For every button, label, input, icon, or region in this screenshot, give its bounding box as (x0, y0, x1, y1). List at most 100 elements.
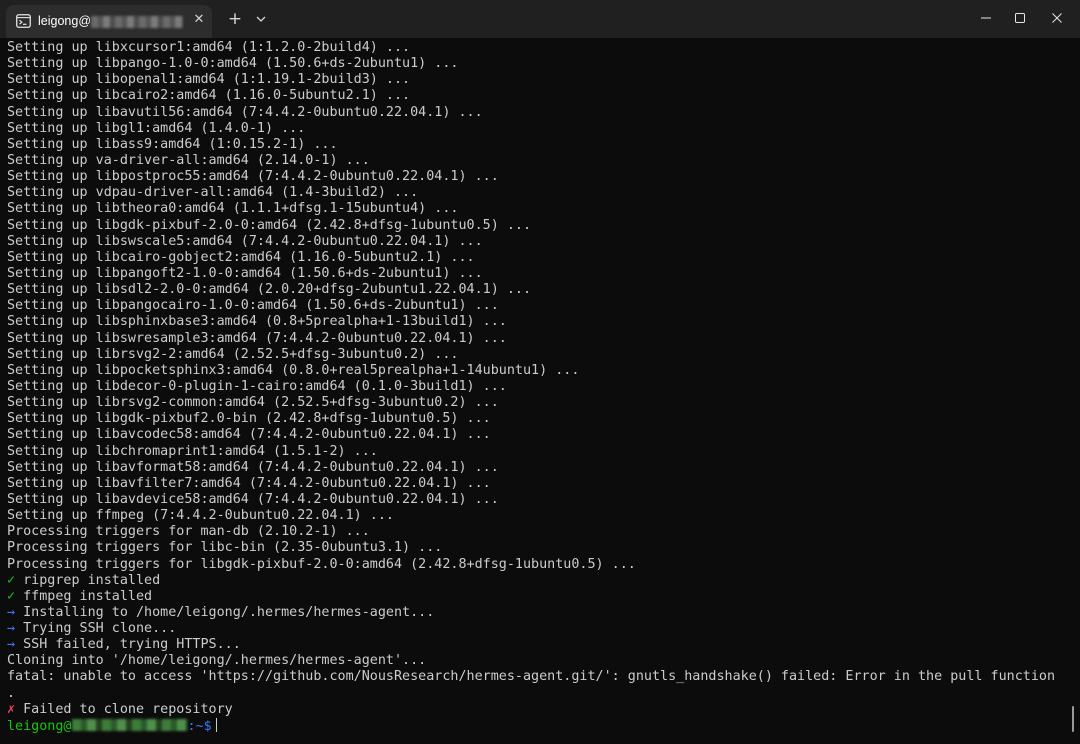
terminal-line: Setting up libdecor-0-plugin-1-cairo:amd… (7, 379, 1055, 395)
terminal-line-text: Setting up libavfilter7:amd64 (7:4.4.2-0… (7, 475, 491, 491)
arrow-right-icon: → (7, 637, 24, 653)
terminal-line-text: Cloning into '/home/leigong/.hermes/herm… (7, 653, 427, 669)
terminal-line-text: Setting up libtheora0:amd64 (1.1.1+dfsg.… (7, 201, 459, 217)
terminal-line: Processing triggers for libc-bin (2.35-0… (7, 540, 1055, 556)
terminal-line: Setting up libsdl2-2.0-0:amd64 (2.0.20+d… (7, 282, 1055, 298)
terminal-line: Setting up libpango-1.0-0:amd64 (1.50.6+… (7, 56, 1055, 72)
terminal-line: Setting up libgdk-pixbuf2.0-bin (2.42.8+… (7, 411, 1055, 427)
title-bar: leigong@ ✕ + (0, 0, 1080, 38)
check-icon: ✓ (7, 588, 24, 604)
terminal-line: Setting up libpocketsphinx3:amd64 (0.8.0… (7, 363, 1055, 379)
terminal-line: Setting up libavformat58:amd64 (7:4.4.2-… (7, 460, 1055, 476)
terminal-line: Setting up vdpau-driver-all:amd64 (1.4-3… (7, 185, 1055, 201)
terminal-line: Setting up libcairo2:amd64 (1.16.0-5ubun… (7, 88, 1055, 104)
terminal-line: Setting up libass9:amd64 (1:0.15.2-1) ..… (7, 137, 1055, 153)
terminal-line-text: Processing triggers for man-db (2.10.2-1… (7, 524, 370, 540)
prompt-line[interactable]: leigong@ :~$ (7, 717, 1055, 734)
terminal-line: Cloning into '/home/leigong/.hermes/herm… (7, 653, 1055, 669)
terminal-line-text: Setting up libcairo2:amd64 (1.16.0-5ubun… (7, 88, 411, 104)
plus-icon[interactable]: + (226, 10, 244, 28)
arrow-right-icon: → (7, 604, 24, 620)
terminal-lines: Setting up libxcursor1:amd64 (1:1.2.0-2b… (7, 40, 1055, 734)
terminal-line: Setting up libtheora0:amd64 (1.1.1+dfsg.… (7, 201, 1055, 217)
terminal-line: Setting up libsphinxbase3:amd64 (0.8+5pr… (7, 314, 1055, 330)
terminal-window: leigong@ ✕ + Setting up libxcursor1:amd6… (0, 0, 1080, 744)
terminal-line: Setting up libavfilter7:amd64 (7:4.4.2-0… (7, 476, 1055, 492)
close-icon[interactable]: ✕ (191, 12, 207, 28)
terminal-line: Setting up libgdk-pixbuf-2.0-0:amd64 (2.… (7, 218, 1055, 234)
terminal-line-text: ripgrep installed (23, 572, 161, 588)
cross-icon: ✗ (7, 701, 24, 717)
terminal-line: Setting up libpangoft2-1.0-0:amd64 (1.50… (7, 266, 1055, 282)
terminal-line: Setting up libpostproc55:amd64 (7:4.4.2-… (7, 169, 1055, 185)
terminal-output[interactable]: Setting up libxcursor1:amd64 (1:1.2.0-2b… (0, 38, 1080, 744)
close-icon (1052, 13, 1062, 23)
terminal-line: Setting up libavdevice58:amd64 (7:4.4.2-… (7, 492, 1055, 508)
terminal-line: Setting up ffmpeg (7:4.4.2-0ubuntu0.22.0… (7, 508, 1055, 524)
tab-title: leigong@ (38, 14, 92, 28)
terminal-line: Setting up libavcodec58:amd64 (7:4.4.2-0… (7, 427, 1055, 443)
terminal-line-text: Setting up libpangoft2-1.0-0:amd64 (1.50… (7, 265, 483, 281)
terminal-line: ✓ ripgrep installed (7, 573, 1055, 589)
terminal-line-text: Setting up libdecor-0-plugin-1-cairo:amd… (7, 378, 507, 394)
terminal-line-text: Setting up libavutil56:amd64 (7:4.4.2-0u… (7, 104, 483, 120)
terminal-line: → Installing to /home/leigong/.hermes/he… (7, 605, 1055, 621)
terminal-line-text: Setting up libavformat58:amd64 (7:4.4.2-… (7, 459, 499, 475)
check-icon: ✓ (7, 572, 24, 588)
terminal-line-text: Setting up libpango-1.0-0:amd64 (1.50.6+… (7, 56, 459, 72)
minimize-icon (981, 17, 991, 19)
text-cursor (215, 717, 217, 732)
prompt-path: :~$ (187, 718, 212, 734)
terminal-line: Processing triggers for libgdk-pixbuf-2.… (7, 557, 1055, 573)
terminal-line: Setting up libcairo-gobject2:amd64 (1.16… (7, 250, 1055, 266)
terminal-line-text: fatal: unable to access 'https://github.… (7, 669, 1056, 685)
terminal-line-text: Setting up vdpau-driver-all:amd64 (1.4-3… (7, 185, 419, 201)
terminal-icon (16, 14, 31, 28)
terminal-line-text: Installing to /home/leigong/.hermes/herm… (23, 604, 435, 620)
terminal-line-text: Processing triggers for libc-bin (2.35-0… (7, 540, 443, 556)
terminal-line: → Trying SSH clone... (7, 621, 1055, 637)
close-window-button[interactable] (1034, 0, 1080, 36)
terminal-line: Setting up librsvg2-common:amd64 (2.52.5… (7, 395, 1055, 411)
terminal-line-text: Trying SSH clone... (23, 621, 177, 637)
terminal-line-text: SSH failed, trying HTTPS... (23, 637, 241, 653)
terminal-line-text: Setting up libsphinxbase3:amd64 (0.8+5pr… (7, 314, 507, 330)
redacted-prompt-hostname (71, 718, 188, 731)
chevron-down-icon[interactable] (254, 10, 268, 28)
terminal-line-text: Setting up libpangocairo-1.0-0:amd64 (1.… (7, 298, 499, 314)
tab-terminal[interactable]: leigong@ ✕ (6, 5, 212, 38)
terminal-line-text: Setting up librsvg2-2:amd64 (2.52.5+dfsg… (7, 346, 459, 362)
terminal-line-text: Setting up libavdevice58:amd64 (7:4.4.2-… (7, 491, 499, 507)
terminal-line-text: Setting up libsdl2-2.0-0:amd64 (2.0.20+d… (7, 282, 532, 298)
terminal-line-text: Setting up libgl1:amd64 (1.4.0-1) ... (7, 120, 306, 136)
terminal-line: Setting up libswscale5:amd64 (7:4.4.2-0u… (7, 234, 1055, 250)
terminal-line: → SSH failed, trying HTTPS... (7, 637, 1055, 653)
terminal-line-text: ffmpeg installed (23, 588, 153, 604)
terminal-line: Setting up libgl1:amd64 (1.4.0-1) ... (7, 121, 1055, 137)
terminal-line: Setting up librsvg2-2:amd64 (2.52.5+dfsg… (7, 347, 1055, 363)
terminal-line: Processing triggers for man-db (2.10.2-1… (7, 524, 1055, 540)
terminal-line-text: Setting up ffmpeg (7:4.4.2-0ubuntu0.22.0… (7, 508, 394, 524)
terminal-line: ✗ Failed to clone repository (7, 702, 1055, 718)
terminal-line: Setting up libchromaprint1:amd64 (1.5.1-… (7, 444, 1055, 460)
terminal-line-text: Setting up libgdk-pixbuf2.0-bin (2.42.8+… (7, 411, 491, 427)
prompt-user: leigong@ (7, 718, 72, 734)
arrow-right-icon: → (7, 621, 24, 637)
terminal-line-text: Failed to clone repository (23, 701, 233, 717)
terminal-line-text: Setting up libpostproc55:amd64 (7:4.4.2-… (7, 169, 499, 185)
terminal-line-text: Setting up va-driver-all:amd64 (2.14.0-1… (7, 152, 370, 168)
terminal-line-text: Setting up libcairo-gobject2:amd64 (1.16… (7, 249, 475, 265)
terminal-line: fatal: unable to access 'https://github.… (7, 669, 1055, 685)
terminal-line-text: Processing triggers for libgdk-pixbuf-2.… (7, 556, 636, 572)
scrollbar[interactable] (1072, 706, 1074, 732)
terminal-line-text: Setting up libswscale5:amd64 (7:4.4.2-0u… (7, 233, 483, 249)
terminal-line-text: Setting up libavcodec58:amd64 (7:4.4.2-0… (7, 427, 491, 443)
redacted-hostname (91, 16, 183, 28)
terminal-line: Setting up libpangocairo-1.0-0:amd64 (1.… (7, 298, 1055, 314)
maximize-icon (1015, 13, 1025, 23)
terminal-line-text: Setting up libpocketsphinx3:amd64 (0.8.0… (7, 362, 580, 378)
terminal-line: Setting up libopenal1:amd64 (1:1.19.1-2b… (7, 72, 1055, 88)
terminal-line: Setting up libavutil56:amd64 (7:4.4.2-0u… (7, 105, 1055, 121)
terminal-line: Setting up libswresample3:amd64 (7:4.4.2… (7, 331, 1055, 347)
terminal-line: Setting up libxcursor1:amd64 (1:1.2.0-2b… (7, 40, 1055, 56)
